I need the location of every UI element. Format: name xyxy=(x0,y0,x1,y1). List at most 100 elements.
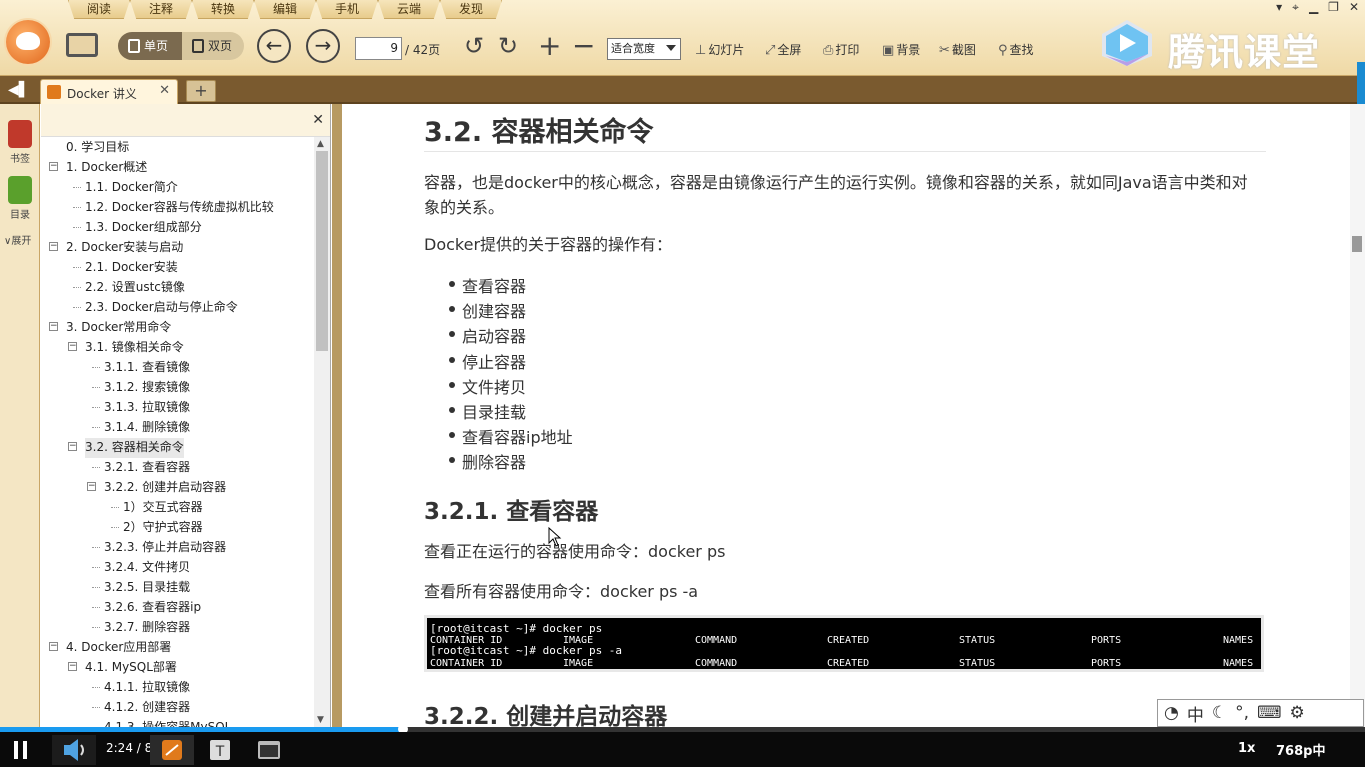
open-folder-icon[interactable] xyxy=(66,33,98,57)
toc-item[interactable]: 2）守护式容器 xyxy=(111,518,203,538)
prev-page-icon[interactable]: ← xyxy=(257,29,291,63)
collapse-toggle-icon[interactable]: − xyxy=(49,322,58,331)
collapse-toggle-icon[interactable]: − xyxy=(68,442,77,451)
zoom-in-icon[interactable]: + xyxy=(538,32,561,60)
toc-item[interactable]: 3.1.1. 查看镜像 xyxy=(92,358,190,378)
pin-icon[interactable]: ⌖ xyxy=(1292,0,1299,15)
toc-button[interactable]: 目录 xyxy=(5,176,35,221)
scroll-down-icon[interactable]: ▼ xyxy=(317,715,324,725)
toc-item[interactable]: 3.1.2. 搜索镜像 xyxy=(92,378,190,398)
half-width-icon[interactable]: ☾ xyxy=(1212,703,1227,723)
toc-item[interactable]: 3.1.4. 删除镜像 xyxy=(92,418,190,438)
bookmarks-button[interactable]: 书签 xyxy=(5,120,35,165)
toc-item-label: 3.2.5. 目录挂载 xyxy=(104,580,191,594)
expand-toggle[interactable]: ∨展开 xyxy=(4,232,31,247)
toc-item[interactable]: 3.2.7. 删除容器 xyxy=(92,618,190,638)
find-button[interactable]: ⚲ 查找 xyxy=(998,41,1034,58)
menu-tab-edit[interactable]: 编辑 xyxy=(254,0,316,19)
toc-item[interactable]: 4.1.3. 操作容器MySQL xyxy=(104,718,231,727)
menu-tab-annotate[interactable]: 注释 xyxy=(130,0,192,19)
toc-item[interactable]: −3.1. 镜像相关命令 xyxy=(68,338,184,358)
skin-icon[interactable]: ▾ xyxy=(1276,0,1282,15)
keyboard-icon[interactable]: ⌨ xyxy=(1257,703,1282,723)
page-scrollbar[interactable] xyxy=(1350,104,1365,728)
menu-tab-mobile[interactable]: 手机 xyxy=(316,0,378,19)
app-icon-reader[interactable] xyxy=(150,735,194,765)
toc-item[interactable]: 1.3. Docker组成部分 xyxy=(73,218,202,238)
volume-icon[interactable] xyxy=(52,735,96,765)
tab-docker-notes[interactable]: Docker 讲义 ✕ xyxy=(40,79,178,104)
toc-item[interactable]: 3.1.3. 拉取镜像 xyxy=(92,398,190,418)
double-page-button[interactable]: 双页 xyxy=(182,32,244,60)
settings-gear-icon[interactable]: ⚙ xyxy=(1290,703,1305,723)
scroll-thumb[interactable] xyxy=(316,151,328,351)
page-scroll-thumb[interactable] xyxy=(1352,236,1362,252)
menu-tab-discover[interactable]: 发现 xyxy=(440,0,502,19)
toc-item[interactable]: 1）交互式容器 xyxy=(111,498,203,518)
minimize-icon[interactable]: ▁ xyxy=(1309,0,1318,15)
collapse-toggle-icon[interactable]: − xyxy=(87,482,96,491)
tree-connector xyxy=(92,427,100,428)
print-button[interactable]: ⎙ 打印 xyxy=(823,41,859,58)
menu-tab-cloud[interactable]: 云端 xyxy=(378,0,440,19)
app-logo-icon[interactable] xyxy=(6,20,50,64)
toc-item[interactable]: 3.2.1. 查看容器 xyxy=(92,458,190,478)
toc-item[interactable]: −2. Docker安装与启动 xyxy=(49,238,183,258)
video-resolution[interactable]: 768p中 xyxy=(1276,740,1325,759)
toc-item[interactable]: 1.1. Docker简介 xyxy=(73,178,178,198)
toc-item[interactable]: −4. Docker应用部署 xyxy=(49,638,171,658)
toc-item[interactable]: −3. Docker常用命令 xyxy=(49,318,171,338)
scroll-up-icon[interactable]: ▲ xyxy=(317,139,324,149)
app-icon-typora[interactable]: T xyxy=(198,735,242,765)
toc-item[interactable]: 1.2. Docker容器与传统虚拟机比较 xyxy=(73,198,274,218)
toc-item-label: 4.1.3. 操作容器MySQL xyxy=(104,720,232,727)
menu-tab-read[interactable]: 阅读 xyxy=(68,0,130,19)
play-pause-icon[interactable] xyxy=(14,741,32,759)
playback-speed[interactable]: 1x xyxy=(1238,741,1255,756)
collapse-toggle-icon[interactable]: − xyxy=(68,662,77,671)
rotate-right-icon[interactable]: ↻ xyxy=(498,32,518,60)
close-icon[interactable]: ✕ xyxy=(1349,0,1359,15)
toc-item[interactable]: 2.2. 设置ustc镜像 xyxy=(73,278,185,298)
toc-scrollbar[interactable]: ▲ ▼ xyxy=(314,137,330,727)
window-controls: ▾ ⌖ ▁ ❐ ✕ xyxy=(1276,0,1359,15)
toc-item[interactable]: −3.2. 容器相关命令 xyxy=(68,438,184,458)
page-number-input[interactable]: 9 xyxy=(355,37,402,60)
zoom-out-icon[interactable]: − xyxy=(572,32,595,60)
app-icon-terminal[interactable] xyxy=(246,735,290,765)
toc-item[interactable]: 2.3. Docker启动与停止命令 xyxy=(73,298,238,318)
toc-item[interactable]: −4.1. MySQL部署 xyxy=(68,658,177,678)
toc-item[interactable]: 4.1.1. 拉取镜像 xyxy=(92,678,190,698)
collapse-toggle-icon[interactable]: − xyxy=(49,162,58,171)
fullscreen-button[interactable]: ⤢ 全屏 xyxy=(765,41,801,58)
single-page-button[interactable]: 单页 xyxy=(118,32,182,60)
slideshow-button[interactable]: ⊥ 幻灯片 xyxy=(695,41,744,58)
toc-item[interactable]: −1. Docker概述 xyxy=(49,158,147,178)
collapse-toggle-icon[interactable]: − xyxy=(49,642,58,651)
toc-item[interactable]: 3.2.5. 目录挂载 xyxy=(92,578,191,598)
toc-item[interactable]: 3.2.6. 查看容器ip xyxy=(92,598,201,618)
close-icon[interactable]: ✕ xyxy=(312,112,324,128)
rotate-left-icon[interactable]: ↺ xyxy=(464,32,484,60)
toc-item[interactable]: 3.2.3. 停止并启动容器 xyxy=(92,538,226,558)
next-page-icon[interactable]: → xyxy=(306,29,340,63)
close-tab-icon[interactable]: ✕ xyxy=(159,83,170,98)
restore-icon[interactable]: ❐ xyxy=(1328,0,1339,15)
menu-tab-convert[interactable]: 转换 xyxy=(192,0,254,19)
screenshot-button[interactable]: ✂ 截图 xyxy=(939,41,976,58)
punctuation-icon[interactable]: °, xyxy=(1235,703,1249,723)
background-button[interactable]: ▣ 背景 xyxy=(882,41,920,58)
ime-logo-icon[interactable]: ◔ xyxy=(1164,703,1179,723)
collapse-sidebar-icon[interactable]: ◀▌ xyxy=(8,82,30,98)
toc-item[interactable]: 2.1. Docker安装 xyxy=(73,258,178,278)
toc-item[interactable]: 3.2.4. 文件拷贝 xyxy=(92,558,190,578)
zoom-mode-select[interactable]: 适合宽度 xyxy=(607,38,681,60)
new-tab-button[interactable]: + xyxy=(186,80,216,102)
ime-language[interactable]: 中 xyxy=(1187,701,1204,726)
collapse-toggle-icon[interactable]: − xyxy=(68,342,77,351)
terminal-screenshot: [root@itcast ~]# docker ps CONTAINER ID I… xyxy=(424,615,1264,672)
toc-item[interactable]: 0. 学习目标 xyxy=(66,138,129,158)
toc-item[interactable]: −3.2.2. 创建并启动容器 xyxy=(87,478,226,498)
toc-item[interactable]: 4.1.2. 创建容器 xyxy=(92,698,190,718)
collapse-toggle-icon[interactable]: − xyxy=(49,242,58,251)
